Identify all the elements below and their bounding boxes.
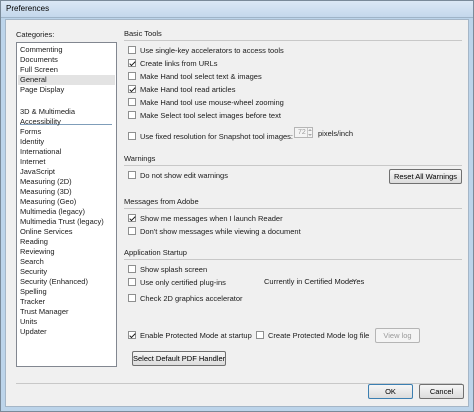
categories-list[interactable]: Commenting Documents Full Screen General…	[16, 42, 117, 367]
hand-wheel-zoom-checkbox[interactable]	[128, 98, 136, 106]
category-full-screen[interactable]: Full Screen	[20, 65, 58, 75]
protected-log-label: Create Protected Mode log file	[268, 330, 370, 340]
category-updater[interactable]: Updater	[20, 327, 47, 337]
hand-select-text-label: Make Hand tool select text & images	[140, 71, 262, 81]
title-bar[interactable]: Preferences	[1, 1, 473, 18]
snapshot-resolution-stepper[interactable]: 72	[294, 127, 313, 138]
cancel-button[interactable]: Cancel	[419, 384, 464, 399]
select-images-label: Make Select tool select images before te…	[140, 110, 281, 120]
snapshot-resolution-label: Use fixed resolution for Snapshot tool i…	[140, 131, 293, 141]
certified-mode-value: Yes	[352, 277, 365, 286]
category-commenting[interactable]: Commenting	[20, 45, 63, 55]
category-reading[interactable]: Reading	[20, 237, 48, 247]
startup-heading: Application Startup	[124, 248, 187, 257]
protected-mode-option[interactable]: Enable Protected Mode at startup	[128, 330, 252, 340]
certified-plugins-option[interactable]: Use only certified plug-ins	[128, 277, 226, 287]
edit-warnings-option[interactable]: Do not show edit warnings	[128, 170, 228, 180]
splash-screen-checkbox[interactable]	[128, 265, 136, 273]
hand-read-articles-label: Make Hand tool read articles	[140, 84, 236, 94]
category-measuring-2d[interactable]: Measuring (2D)	[20, 177, 72, 187]
certified-mode-label: Currently in Certified Mode:	[264, 277, 356, 286]
category-online-services[interactable]: Online Services	[20, 227, 73, 237]
category-units[interactable]: Units	[20, 317, 37, 327]
dialog-body: Categories: Commenting Documents Full Sc…	[5, 19, 469, 407]
create-links-label: Create links from URLs	[140, 58, 218, 68]
graphics-accelerator-checkbox[interactable]	[128, 294, 136, 302]
snapshot-resolution-checkbox[interactable]	[128, 132, 136, 140]
category-international[interactable]: International	[20, 147, 61, 157]
snapshot-resolution-value: 72	[298, 129, 306, 136]
graphics-accelerator-option[interactable]: Check 2D graphics accelerator	[128, 293, 243, 303]
edit-warnings-checkbox[interactable]	[128, 171, 136, 179]
hand-wheel-zoom-option[interactable]: Make Hand tool use mouse-wheel zooming	[128, 97, 284, 107]
category-forms[interactable]: Forms	[20, 127, 41, 137]
reset-all-warnings-button[interactable]: Reset All Warnings	[389, 169, 462, 184]
basic-tools-divider	[124, 40, 462, 41]
create-links-option[interactable]: Create links from URLs	[128, 58, 218, 68]
show-messages-label: Show me messages when I launch Reader	[140, 213, 283, 223]
category-spelling[interactable]: Spelling	[20, 287, 47, 297]
category-identity[interactable]: Identity	[20, 137, 44, 147]
hand-select-text-checkbox[interactable]	[128, 72, 136, 80]
show-messages-checkbox[interactable]	[128, 214, 136, 222]
hide-messages-viewing-label: Don't show messages while viewing a docu…	[140, 226, 301, 236]
certified-plugins-checkbox[interactable]	[128, 278, 136, 286]
hide-messages-viewing-checkbox[interactable]	[128, 227, 136, 235]
ok-button[interactable]: OK	[368, 384, 413, 399]
warnings-divider	[124, 165, 462, 166]
stepper-arrows-icon[interactable]	[307, 128, 312, 137]
category-multimedia-legacy[interactable]: Multimedia (legacy)	[20, 207, 85, 217]
protected-mode-label: Enable Protected Mode at startup	[140, 330, 252, 340]
hand-wheel-zoom-label: Make Hand tool use mouse-wheel zooming	[140, 97, 284, 107]
category-3d-multimedia[interactable]: 3D & Multimedia	[20, 107, 75, 117]
certified-plugins-label: Use only certified plug-ins	[140, 277, 226, 287]
startup-divider	[124, 259, 462, 260]
category-security[interactable]: Security	[20, 267, 47, 277]
hand-select-text-option[interactable]: Make Hand tool select text & images	[128, 71, 262, 81]
edit-warnings-label: Do not show edit warnings	[140, 170, 228, 180]
category-measuring-geo[interactable]: Measuring (Geo)	[20, 197, 76, 207]
window-title: Preferences	[6, 4, 50, 13]
single-key-accelerators-checkbox[interactable]	[128, 46, 136, 54]
category-measuring-3d[interactable]: Measuring (3D)	[20, 187, 72, 197]
show-messages-option[interactable]: Show me messages when I launch Reader	[128, 213, 283, 223]
view-log-button[interactable]: View log	[375, 328, 420, 343]
single-key-accelerators-option[interactable]: Use single-key accelerators to access to…	[128, 45, 284, 55]
select-images-checkbox[interactable]	[128, 111, 136, 119]
category-multimedia-trust-legacy[interactable]: Multimedia Trust (legacy)	[20, 217, 104, 227]
category-security-enhanced[interactable]: Security (Enhanced)	[20, 277, 88, 287]
protected-log-option[interactable]: Create Protected Mode log file	[256, 330, 369, 340]
single-key-accelerators-label: Use single-key accelerators to access to…	[140, 45, 284, 55]
basic-tools-heading: Basic Tools	[124, 29, 162, 38]
hide-messages-viewing-option[interactable]: Don't show messages while viewing a docu…	[128, 226, 301, 236]
select-images-option[interactable]: Make Select tool select images before te…	[128, 110, 281, 120]
category-trust-manager[interactable]: Trust Manager	[20, 307, 69, 317]
category-accessibility[interactable]: Accessibility	[20, 117, 61, 127]
category-general[interactable]: General	[18, 75, 115, 85]
splash-screen-option[interactable]: Show splash screen	[128, 264, 207, 274]
category-documents[interactable]: Documents	[20, 55, 58, 65]
splash-screen-label: Show splash screen	[140, 264, 208, 274]
warnings-heading: Warnings	[124, 154, 156, 163]
messages-heading: Messages from Adobe	[124, 197, 199, 206]
category-internet[interactable]: Internet	[20, 157, 45, 167]
preferences-window: Preferences Categories: Commenting Docum…	[0, 0, 474, 412]
snapshot-resolution-option[interactable]: Use fixed resolution for Snapshot tool i…	[128, 131, 293, 141]
graphics-accelerator-label: Check 2D graphics accelerator	[140, 293, 243, 303]
hand-read-articles-checkbox[interactable]	[128, 85, 136, 93]
select-default-pdf-handler-button[interactable]: Select Default PDF Handler	[132, 351, 226, 366]
create-links-checkbox[interactable]	[128, 59, 136, 67]
snapshot-resolution-unit: pixels/inch	[318, 129, 354, 138]
protected-mode-checkbox[interactable]	[128, 331, 136, 339]
category-reviewing[interactable]: Reviewing	[20, 247, 55, 257]
hand-read-articles-option[interactable]: Make Hand tool read articles	[128, 84, 235, 94]
protected-log-checkbox[interactable]	[256, 331, 264, 339]
category-javascript[interactable]: JavaScript	[20, 167, 55, 177]
category-tracker[interactable]: Tracker	[20, 297, 45, 307]
category-page-display[interactable]: Page Display	[20, 85, 64, 95]
messages-divider	[124, 208, 462, 209]
category-search[interactable]: Search	[20, 257, 44, 267]
categories-label: Categories:	[16, 30, 55, 39]
